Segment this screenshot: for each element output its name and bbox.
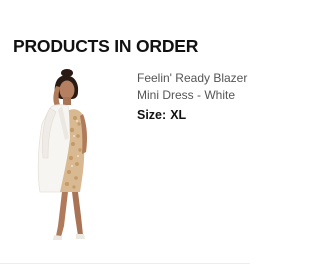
products-in-order-heading: PRODUCTS IN ORDER [13,36,199,56]
product-size: Size: XL [137,108,186,122]
product-name-line-1[interactable]: Feelin' Ready Blazer [137,70,247,87]
model-photo-icon [37,69,87,240]
size-value: XL [170,108,187,122]
product-name[interactable]: Feelin' Ready Blazer Mini Dress - White [137,70,247,104]
product-name-line-2[interactable]: Mini Dress - White [137,87,247,104]
product-image[interactable] [12,66,127,246]
size-label: Size: [137,108,167,122]
